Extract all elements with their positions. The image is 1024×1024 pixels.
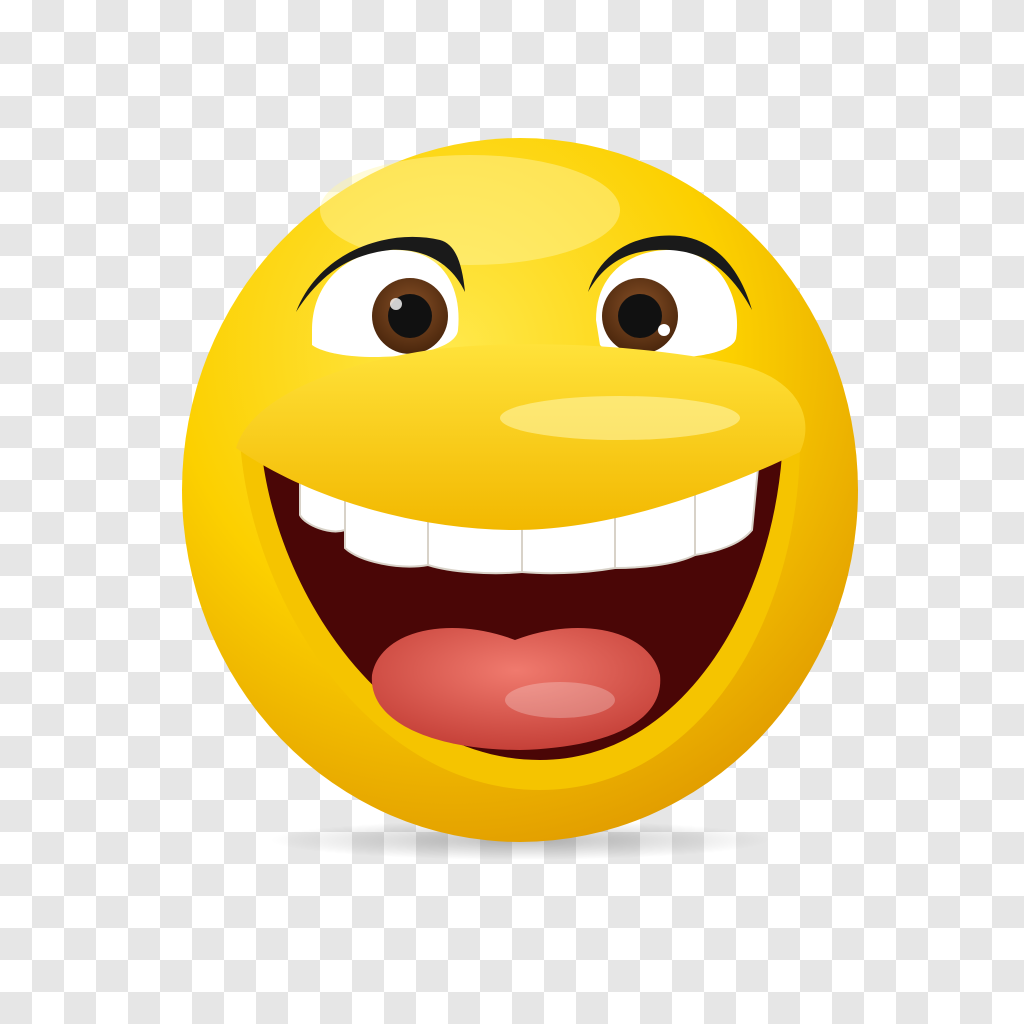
- right-pupil: [618, 294, 662, 338]
- transparency-checkerboard-background: [0, 0, 1024, 1024]
- tongue-highlight: [505, 682, 615, 718]
- lip-highlight: [500, 396, 740, 440]
- laughing-face-emoji: [182, 138, 858, 860]
